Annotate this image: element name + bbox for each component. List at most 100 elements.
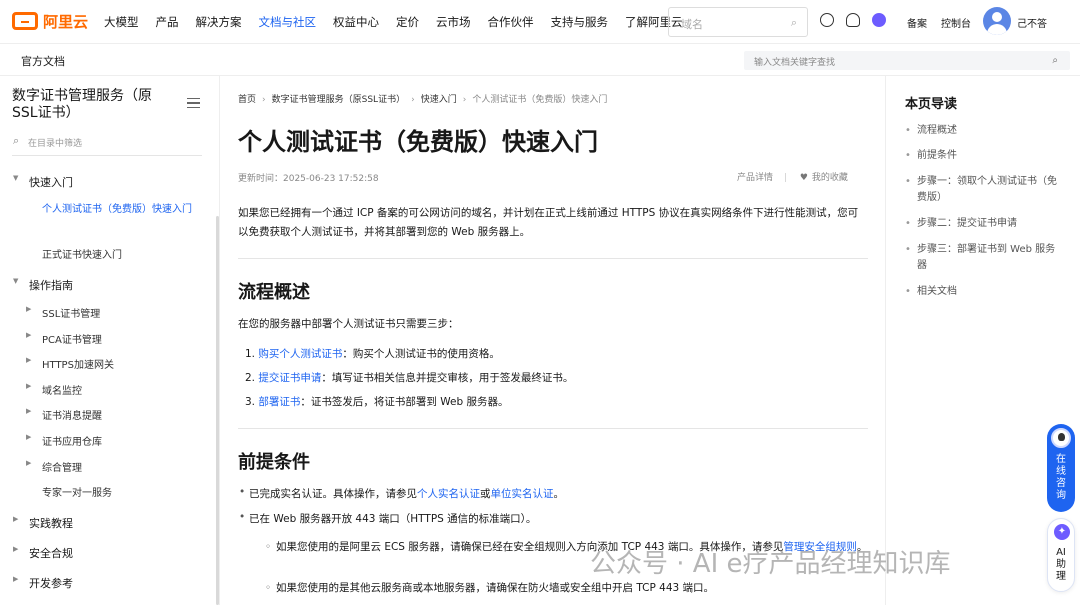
toc-item-step1[interactable]: 步骤一：领取个人测试证书（免费版） bbox=[905, 174, 1057, 206]
search-icon[interactable]: ⌕ bbox=[791, 16, 797, 30]
breadcrumb-product[interactable]: 数字证书管理服务（原SSL证书） bbox=[272, 95, 405, 105]
nav-item-support[interactable]: 支持与服务 bbox=[551, 14, 609, 30]
sidebar-item-label: 证书应用仓库 bbox=[42, 437, 102, 448]
sidebar-item-expert-service[interactable]: 专家一对一服务 bbox=[42, 484, 112, 499]
chevron-right-icon: ▶ bbox=[26, 305, 32, 313]
sidebar-item-security[interactable]: ▶ 安全合规 bbox=[13, 545, 73, 561]
sidebar-item-practice[interactable]: ▶ 实践教程 bbox=[13, 515, 73, 531]
beian-link[interactable]: 备案 bbox=[907, 15, 927, 30]
flow-description: 在您的服务器中部署个人测试证书只需要三步： bbox=[238, 318, 459, 330]
sidebar-item-label: 操作指南 bbox=[29, 279, 73, 292]
divider bbox=[238, 258, 868, 259]
sidebar-item-https-gateway[interactable]: ▶ HTTPS加速网关 bbox=[26, 356, 114, 371]
doc-search-placeholder: 输入文档关键字查找 bbox=[754, 58, 836, 68]
toc-item-related[interactable]: 相关文档 bbox=[905, 284, 1057, 300]
sidebar-item-cert-repo[interactable]: ▶ 证书应用仓库 bbox=[26, 433, 102, 448]
step-number: 2. bbox=[245, 372, 256, 384]
online-consult-button[interactable]: 在线咨询 bbox=[1047, 424, 1075, 512]
product-detail-link[interactable]: 产品详情 bbox=[737, 173, 773, 183]
aliyun-logo[interactable]: 阿里云 bbox=[12, 11, 88, 31]
section-title-prereq: 前提条件 bbox=[238, 452, 310, 473]
intro-paragraph: 如果您已经拥有一个通过 ICP 备案的可公网访问的域名，并计划在正式上线前通过 … bbox=[238, 207, 859, 238]
cloud-icon[interactable] bbox=[846, 13, 860, 27]
divider bbox=[238, 428, 868, 429]
online-consult-label: 在线咨询 bbox=[1056, 454, 1066, 501]
nav-item-products[interactable]: 产品 bbox=[156, 14, 179, 30]
toc-item-step3[interactable]: 步骤三：部署证书到 Web 服务器 bbox=[905, 242, 1057, 274]
top-links: 备案 控制台 bbox=[907, 15, 971, 30]
chevron-right-icon: ▶ bbox=[26, 459, 32, 467]
step-item: 3. 部署证书：证书签发后，将证书部署到 Web 服务器。 bbox=[245, 394, 508, 409]
prereq-text: 或 bbox=[480, 488, 491, 500]
ai-star-icon[interactable] bbox=[872, 13, 886, 27]
sidebar-item-label: 证书消息提醒 bbox=[42, 411, 102, 422]
chevron-down-icon: ▼ bbox=[13, 277, 19, 285]
nav-item-partners[interactable]: 合作伙伴 bbox=[488, 14, 534, 30]
meta-actions: 产品详情 | ♥ 我的收藏 bbox=[737, 173, 848, 183]
sidebar-item-dev-ref[interactable]: ▶ 开发参考 bbox=[13, 575, 73, 591]
chevron-right-icon: ▶ bbox=[26, 433, 32, 441]
nav-item-llm[interactable]: 大模型 bbox=[104, 14, 139, 30]
section-title-flow: 流程概述 bbox=[238, 282, 310, 303]
logo-icon bbox=[12, 12, 38, 30]
favorite-link[interactable]: 我的收藏 bbox=[812, 173, 848, 183]
step-number: 3. bbox=[245, 396, 256, 408]
avatar[interactable] bbox=[983, 7, 1011, 35]
sidebar-item-personal-test-cert[interactable]: 个人测试证书（免费版）快速入门 bbox=[42, 201, 192, 218]
company-realname-link[interactable]: 单位实名认证 bbox=[491, 488, 554, 500]
sidebar-item-pca-cert-mgmt[interactable]: ▶ PCA证书管理 bbox=[26, 331, 102, 346]
top-navbar: 阿里云 大模型 产品 解决方案 文档与社区 权益中心 定价 云市场 合作伙伴 支… bbox=[0, 0, 1080, 44]
search-icon[interactable]: ⌕ bbox=[1052, 55, 1058, 66]
sidebar-item-general-mgmt[interactable]: ▶ 综合管理 bbox=[26, 459, 82, 474]
breadcrumb-quick-start[interactable]: 快速入门 bbox=[421, 95, 457, 105]
sidebar-item-ops-guide[interactable]: ▼ 操作指南 bbox=[13, 277, 73, 293]
ai-star-icon: ✦ bbox=[1054, 524, 1070, 540]
sidebar-item-domain-monitor[interactable]: ▶ 域名监控 bbox=[26, 382, 82, 397]
breadcrumb-home[interactable]: 首页 bbox=[238, 95, 256, 105]
sidebar-item-label: 综合管理 bbox=[42, 463, 82, 474]
chevron-right-icon: ▶ bbox=[26, 356, 32, 364]
sidebar-item-label: PCA证书管理 bbox=[42, 335, 102, 346]
chevron-right-icon: ▶ bbox=[13, 575, 19, 583]
step-link-submit[interactable]: 提交证书申请 bbox=[258, 372, 321, 384]
nav-item-pricing[interactable]: 定价 bbox=[396, 14, 419, 30]
toc-item-step2[interactable]: 步骤二：提交证书申请 bbox=[905, 216, 1057, 232]
nav-item-solutions[interactable]: 解决方案 bbox=[196, 14, 242, 30]
toc-item-flow[interactable]: 流程概述 bbox=[905, 123, 1057, 139]
nav-item-marketplace[interactable]: 云市场 bbox=[436, 14, 471, 30]
nav-item-docs[interactable]: 文档与社区 bbox=[259, 14, 317, 30]
username[interactable]: 己不答 bbox=[1017, 15, 1047, 30]
chevron-right-icon: ▶ bbox=[26, 407, 32, 415]
sidebar-scrollbar[interactable] bbox=[216, 216, 219, 605]
toc-item-prereq[interactable]: 前提条件 bbox=[905, 148, 1057, 164]
doc-search-input[interactable]: 输入文档关键字查找 ⌕ bbox=[744, 51, 1070, 70]
sidebar-item-formal-cert[interactable]: 正式证书快速入门 bbox=[42, 246, 122, 261]
menu-icon[interactable] bbox=[187, 98, 200, 108]
prereq-sub-item: 如果您使用的是其他云服务商或本地服务器，请确保在防火墙或安全组中开启 TCP 4… bbox=[265, 580, 876, 597]
prereq-item: 已完成实名认证。具体操作，请参见个人实名认证或单位实名认证。 bbox=[239, 486, 564, 501]
top-icon-group bbox=[820, 13, 886, 27]
sidebar-item-quick-start[interactable]: ▼ 快速入门 bbox=[13, 174, 73, 190]
step-item: 2. 提交证书申请：填写证书相关信息并提交审核，用于签发最终证书。 bbox=[245, 370, 573, 385]
update-time: 更新时间：2025-06-23 17:52:58 bbox=[238, 174, 379, 184]
heart-icon[interactable]: ♥ bbox=[800, 173, 808, 183]
compass-icon[interactable] bbox=[820, 13, 834, 27]
ai-assistant-button[interactable]: ✦ AI助理 bbox=[1047, 518, 1075, 592]
nav-item-benefits[interactable]: 权益中心 bbox=[333, 14, 379, 30]
sidebar-filter-input[interactable]: 在目录中筛选 bbox=[12, 134, 202, 156]
toc-title: 本页导读 bbox=[905, 97, 958, 112]
domain-search-input[interactable]: 域名 ⌕ bbox=[668, 7, 808, 37]
chevron-right-icon: ▶ bbox=[13, 515, 19, 523]
step-link-buy[interactable]: 购买个人测试证书 bbox=[258, 348, 342, 360]
chevron-down-icon: ▼ bbox=[13, 174, 19, 182]
sidebar-item-cert-alert[interactable]: ▶ 证书消息提醒 bbox=[26, 407, 102, 422]
sidebar-item-label: 实践教程 bbox=[29, 517, 73, 530]
docs-title[interactable]: 官方文档 bbox=[21, 53, 65, 69]
step-link-deploy[interactable]: 部署证书 bbox=[258, 396, 300, 408]
personal-realname-link[interactable]: 个人实名认证 bbox=[417, 488, 480, 500]
breadcrumb-current: 个人测试证书（免费版）快速入门 bbox=[472, 95, 608, 105]
main-nav: 大模型 产品 解决方案 文档与社区 权益中心 定价 云市场 合作伙伴 支持与服务… bbox=[104, 0, 683, 44]
sidebar-item-ssl-cert-mgmt[interactable]: ▶ SSL证书管理 bbox=[26, 305, 100, 320]
console-link[interactable]: 控制台 bbox=[941, 15, 971, 30]
ai-assistant-label: AI助理 bbox=[1056, 547, 1066, 582]
